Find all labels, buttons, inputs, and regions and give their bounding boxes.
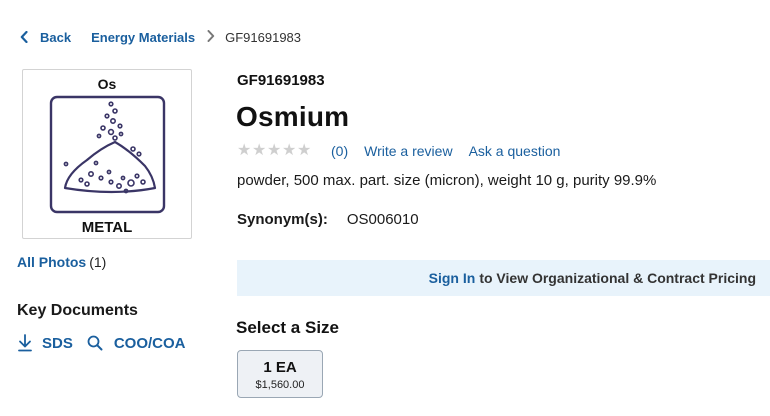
product-title: Osmium — [236, 101, 350, 132]
download-icon[interactable] — [17, 334, 33, 352]
photo-count: (1) — [89, 254, 107, 270]
all-photos-link[interactable]: All Photos — [17, 254, 86, 270]
star-icon: ★ — [282, 142, 297, 159]
synonyms: Synonym(s): OS006010 — [237, 211, 419, 228]
product-description: powder, 500 max. part. size (micron), we… — [237, 172, 657, 189]
ask-question-link[interactable]: Ask a question — [469, 143, 561, 159]
product-sku: GF91691983 — [237, 72, 325, 89]
search-icon[interactable] — [87, 335, 103, 351]
star-rating[interactable]: ★ ★ ★ ★ ★ — [237, 143, 312, 159]
key-documents-heading: Key Documents — [17, 302, 138, 319]
powder-pile-icon: Os METAL — [49, 76, 166, 236]
star-icon: ★ — [252, 142, 267, 159]
star-icon: ★ — [267, 142, 282, 159]
element-symbol: Os — [98, 76, 117, 92]
back-label: Back — [40, 29, 72, 45]
size-option[interactable]: 1 EA $1,560.00 — [237, 350, 323, 398]
back-link[interactable]: Back — [20, 30, 71, 45]
synonyms-label: Synonym(s): — [237, 211, 328, 228]
write-review-link[interactable]: Write a review — [364, 143, 452, 159]
star-icon: ★ — [237, 142, 252, 159]
sds-link[interactable]: SDS — [42, 335, 73, 352]
sign-in-link[interactable]: Sign In — [429, 270, 476, 286]
key-documents-links: SDS COO/COA — [17, 334, 186, 352]
breadcrumb-category-link[interactable]: Energy Materials — [91, 30, 195, 45]
pricing-message: to View Organizational & Contract Pricin… — [479, 270, 756, 286]
select-size-heading: Select a Size — [236, 318, 340, 337]
chevron-right-icon — [207, 29, 215, 45]
breadcrumb: Back Energy Materials GF91691983 — [20, 28, 301, 46]
review-count-link[interactable]: (0) — [331, 143, 348, 159]
product-image[interactable]: Os METAL — [22, 69, 192, 239]
coo-coa-link[interactable]: COO/COA — [114, 335, 186, 352]
size-price: $1,560.00 — [255, 379, 305, 391]
chevron-left-icon — [20, 31, 28, 43]
breadcrumb-current: GF91691983 — [225, 29, 302, 45]
all-photos: All Photos (1) — [17, 254, 106, 270]
rating-row: ★ ★ ★ ★ ★ (0) Write a review Ask a quest… — [237, 143, 561, 160]
size-label: 1 EA — [263, 359, 297, 376]
form-label: METAL — [82, 219, 133, 236]
pricing-banner: Sign In to View Organizational & Contrac… — [237, 260, 770, 296]
star-icon: ★ — [297, 142, 312, 159]
synonyms-value: OS006010 — [346, 211, 419, 228]
